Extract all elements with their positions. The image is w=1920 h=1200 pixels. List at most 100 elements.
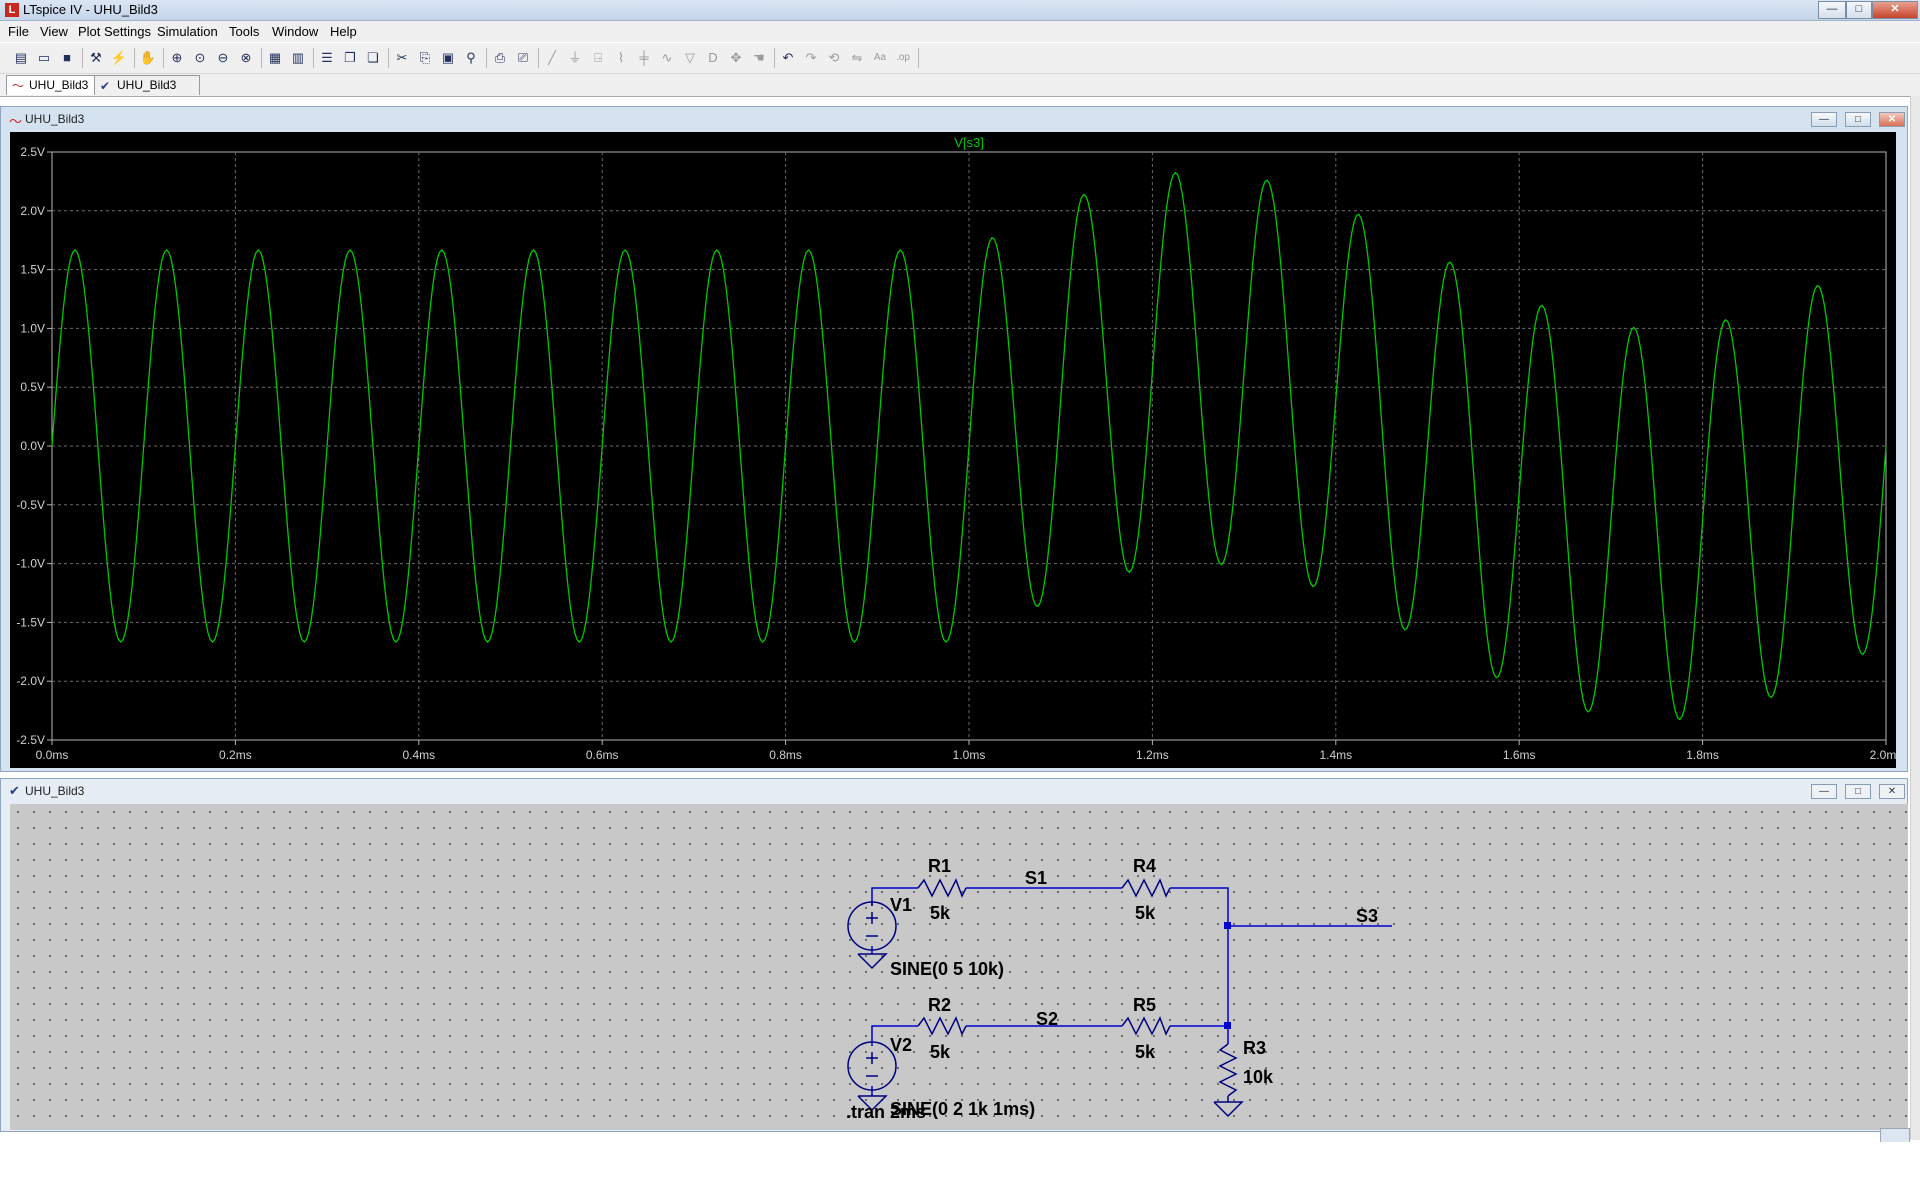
maximize-button[interactable]: □ <box>1846 1 1872 19</box>
tile-horizontal-icon[interactable]: ☰ <box>318 49 336 67</box>
spice-directive-tran[interactable]: .tran 2ms <box>846 1102 926 1122</box>
waveform-minimize-button[interactable]: — <box>1811 112 1837 127</box>
menu-plot-settings[interactable]: Plot Settings <box>78 24 151 39</box>
schematic-maximize-button[interactable]: □ <box>1845 784 1871 799</box>
voltage-source-v1[interactable] <box>847 901 897 951</box>
resistor-r5[interactable] <box>1121 1016 1171 1036</box>
menu-simulation[interactable]: Simulation <box>157 24 218 39</box>
zoom-fit-icon[interactable]: ⊗ <box>237 49 255 67</box>
tab-schematic[interactable]: ✔ UHU_Bild3 <box>94 75 200 95</box>
autorange-x-icon[interactable]: ▦ <box>266 49 284 67</box>
schematic-minimize-button[interactable]: — <box>1811 784 1837 799</box>
label-r4-value[interactable]: 5k <box>1135 903 1156 923</box>
move-icon[interactable]: ✥ <box>727 49 745 67</box>
x-tick-label: 2.0ms <box>1870 748 1896 762</box>
y-tick-label: -2.0V <box>16 674 45 688</box>
label-r3-value[interactable]: 10k <box>1243 1067 1274 1087</box>
net-label-s3[interactable]: S3 <box>1356 906 1378 926</box>
paste-icon[interactable]: ▣ <box>439 49 457 67</box>
pan-icon[interactable]: ✋ <box>139 49 157 67</box>
label-r1[interactable]: R1 <box>928 856 951 876</box>
new-schematic-icon[interactable]: ▤ <box>12 49 30 67</box>
label-r2-value[interactable]: 5k <box>930 1042 951 1062</box>
text-icon[interactable]: Aa <box>871 49 889 67</box>
menu-file[interactable]: File <box>8 24 29 39</box>
label-net-icon[interactable]: ⍈ <box>589 49 607 67</box>
app-title-bar: L LTspice IV - UHU_Bild3 — □ ✕ <box>0 0 1920 21</box>
resistor-icon[interactable]: ⌇ <box>612 49 630 67</box>
inductor-icon[interactable]: ∿ <box>658 49 676 67</box>
close-button[interactable]: ✕ <box>1872 1 1918 19</box>
resistor-r1[interactable] <box>917 878 967 898</box>
cut-icon[interactable]: ✂ <box>393 49 411 67</box>
tile-vertical-icon[interactable]: ❏ <box>364 49 382 67</box>
plot-pane[interactable]: 2.5V 2.0V 1.5V 1.0V 0.5V 0.0V -0.5V -1.0V -1.5V -… <box>10 132 1902 768</box>
label-v1[interactable]: V1 <box>890 895 912 915</box>
minimize-button[interactable]: — <box>1818 1 1846 19</box>
label-r5[interactable]: R5 <box>1133 995 1156 1015</box>
zoom-out-icon[interactable]: ⊖ <box>214 49 232 67</box>
cascade-icon[interactable]: ❐ <box>341 49 359 67</box>
label-v2[interactable]: V2 <box>890 1035 912 1055</box>
save-icon[interactable]: ■ <box>58 49 76 67</box>
menu-tools[interactable]: Tools <box>229 24 259 39</box>
zoom-in-icon[interactable]: ⊕ <box>168 49 186 67</box>
resistor-r2[interactable] <box>917 1016 967 1036</box>
tab-waveform[interactable]: 〜 UHU_Bild3 <box>6 75 98 95</box>
capacitor-icon[interactable]: ╪ <box>635 49 653 67</box>
trace-label[interactable]: V[s3] <box>954 135 984 150</box>
waveform-maximize-button[interactable]: □ <box>1845 112 1871 127</box>
junction-dot <box>1224 922 1231 929</box>
toolbar-separator <box>388 48 389 68</box>
net-label-s2[interactable]: S2 <box>1036 1009 1058 1029</box>
rotate-icon[interactable]: ⟲ <box>825 49 843 67</box>
spice-directive-icon[interactable]: .op <box>894 49 912 67</box>
schematic-canvas[interactable]: R1 5k S1 R4 5k V1 SINE(0 5 10k) S3 R2 5k… <box>10 804 1908 1130</box>
drag-icon[interactable]: ☚ <box>750 49 768 67</box>
label-r1-value[interactable]: 5k <box>930 903 951 923</box>
open-icon[interactable]: ▭ <box>35 49 53 67</box>
resistor-r3[interactable] <box>1218 1043 1238 1097</box>
x-tick-label: 0.8ms <box>769 748 802 762</box>
menu-window[interactable]: Window <box>272 24 318 39</box>
control-panel-icon[interactable]: ⚒ <box>87 49 105 67</box>
waveform-close-button[interactable]: ✕ <box>1879 112 1905 127</box>
voltage-source-v2[interactable] <box>847 1041 897 1091</box>
label-r5-value[interactable]: 5k <box>1135 1042 1156 1062</box>
find-icon[interactable]: ⚲ <box>462 49 480 67</box>
menu-view[interactable]: View <box>40 24 68 39</box>
label-r2[interactable]: R2 <box>928 995 951 1015</box>
run-icon[interactable]: ⚡ <box>110 49 128 67</box>
print-icon[interactable]: ⎚ <box>514 49 532 67</box>
waveform-window-title: UHU_Bild3 <box>25 112 85 126</box>
toolbar-separator <box>261 48 262 68</box>
net-label-s1[interactable]: S1 <box>1025 868 1047 888</box>
undo-icon[interactable]: ↶ <box>779 49 797 67</box>
label-r3[interactable]: R3 <box>1243 1038 1266 1058</box>
toolbar-separator <box>82 48 83 68</box>
menu-help[interactable]: Help <box>330 24 357 39</box>
autorange-y-icon[interactable]: ▥ <box>289 49 307 67</box>
zoom-area-icon[interactable]: ⊙ <box>191 49 209 67</box>
vertical-scrollbar[interactable] <box>1910 96 1920 1140</box>
diode-icon[interactable]: ▽ <box>681 49 699 67</box>
label-v1-value[interactable]: SINE(0 5 10k) <box>890 959 1004 979</box>
ground-icon[interactable]: ⏚ <box>566 49 584 67</box>
x-tick-label: 0.4ms <box>402 748 435 762</box>
wire-icon[interactable]: ╱ <box>543 49 561 67</box>
copy-icon[interactable]: ⎘ <box>416 49 434 67</box>
print-setup-icon[interactable]: ⎙ <box>491 49 509 67</box>
schematic-close-button[interactable]: ✕ <box>1879 784 1905 799</box>
mirror-icon[interactable]: ⇋ <box>848 49 866 67</box>
wire-r4-node[interactable] <box>1170 887 1229 1026</box>
toolbar: ▤ ▭ ■ ⚒ ⚡ ✋ ⊕ ⊙ ⊖ ⊗ ▦ ▥ ☰ ❐ ❏ ✂ ⎘ ▣ ⚲ ⎙ ⎚ ╱ ⏚ ⍈ ⌇ ╪ ∿ ▽ D ✥ ☚ ↶ ↷ ⟲ ⇋ Aa .op <box>0 43 1920 74</box>
component-icon[interactable]: D <box>704 49 722 67</box>
y-tick-label: 0.5V <box>20 380 45 394</box>
y-tick-label: 2.5V <box>20 145 45 159</box>
waveform-chart[interactable]: 2.5V 2.0V 1.5V 1.0V 0.5V 0.0V -0.5V -1.0V -1.5V -… <box>10 132 1902 768</box>
waveform-icon: 〜 <box>12 79 25 93</box>
resistor-r4[interactable] <box>1121 878 1171 898</box>
schematic-drawing[interactable]: R1 5k S1 R4 5k V1 SINE(0 5 10k) S3 R2 5k… <box>10 804 1908 1130</box>
label-r4[interactable]: R4 <box>1133 856 1156 876</box>
redo-icon[interactable]: ↷ <box>802 49 820 67</box>
